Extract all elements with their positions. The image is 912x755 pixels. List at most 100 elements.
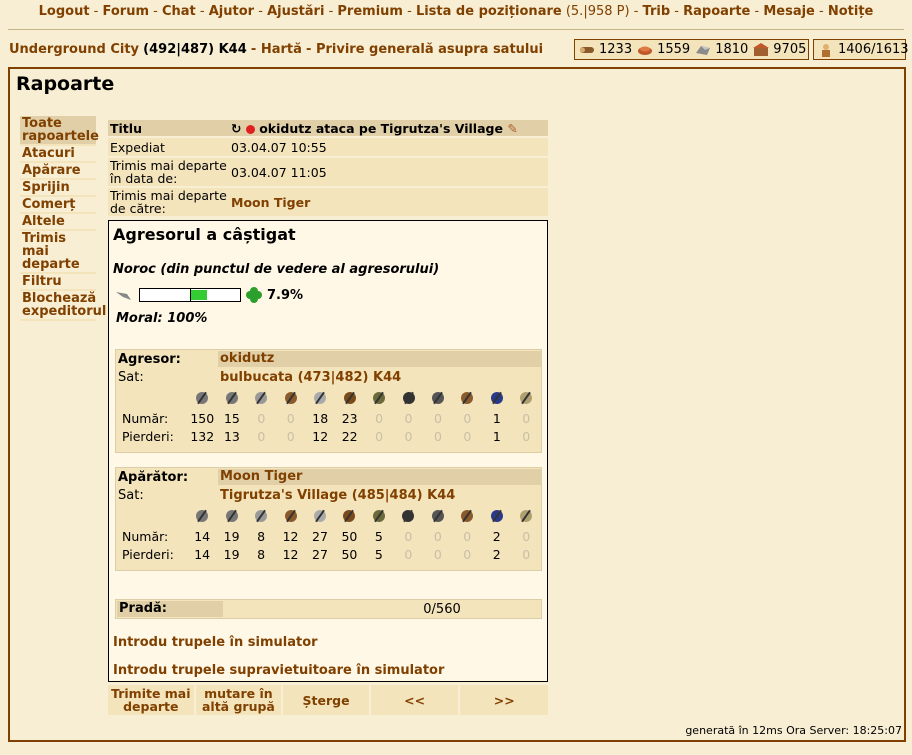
- defender-count-cell: 5: [374, 528, 383, 544]
- attacker-player[interactable]: okidutz: [220, 351, 274, 366]
- forward-by-player[interactable]: Moon Tiger: [231, 195, 310, 210]
- paladin-icon: [482, 390, 511, 409]
- menu-chat[interactable]: Chat: [162, 4, 196, 19]
- sidemenu-attacks[interactable]: Atacuri: [20, 146, 96, 163]
- ranking-info: (5.|958 P): [565, 4, 630, 19]
- forward-button-label[interactable]: Trimite mai departe: [108, 687, 194, 713]
- server-footer: generată în 12ms Ora Server: 18:25:07: [685, 724, 902, 737]
- sidemenu-block-sender[interactable]: Blochează expeditorul: [20, 291, 106, 321]
- menu-reports[interactable]: Rapoarte: [683, 4, 750, 19]
- iron-resource: 1810: [695, 42, 748, 57]
- defender-loss-cell: 2: [492, 546, 501, 562]
- menu-messages[interactable]: Mesaje: [763, 4, 815, 19]
- map-link[interactable]: Hartă: [261, 42, 302, 57]
- previous-report-button[interactable]: <<: [371, 685, 461, 715]
- sidemenu-forwarded-label[interactable]: Trimis mai departe: [22, 231, 80, 272]
- report-title: okidutz ataca pe Tigrutza's Village: [259, 120, 503, 136]
- top-menu: Logout - Forum - Chat - Ajutor - Ajustăr…: [38, 4, 874, 19]
- next-report-label[interactable]: >>: [494, 694, 515, 707]
- sidemenu-block-label[interactable]: Blochează expeditorul: [22, 291, 106, 319]
- attacker-count-cell: 1: [492, 410, 501, 426]
- population-resource: 1406/1613: [818, 42, 909, 57]
- luck-label: Noroc (din punctul de vedere al agresoru…: [113, 262, 440, 277]
- menu-settings[interactable]: Ajustări: [267, 4, 324, 19]
- attacker-loss-cell: 0: [375, 428, 384, 444]
- menu-help[interactable]: Ajutor: [209, 4, 254, 19]
- sidemenu-filter-label[interactable]: Filtru: [22, 274, 62, 289]
- defender-loss-cell: 27: [312, 546, 328, 562]
- delete-button-label[interactable]: Șterge: [303, 694, 350, 707]
- move-group-button-label[interactable]: mutare în altă grupă: [196, 687, 282, 713]
- defender-player[interactable]: Moon Tiger: [220, 469, 302, 484]
- ram-icon: [423, 508, 452, 527]
- spear-icon: [187, 508, 216, 527]
- sidemenu-defense-label[interactable]: Apărare: [22, 163, 81, 178]
- attacker-count-cell: 23: [341, 410, 358, 426]
- attacker-count-cell: 0: [375, 410, 384, 426]
- archer-icon: [276, 390, 305, 409]
- attacker-loss-cell: 12: [312, 428, 329, 444]
- menu-premium[interactable]: Premium: [337, 4, 403, 19]
- previous-report-label[interactable]: <<: [404, 694, 425, 707]
- next-report-button[interactable]: >>: [460, 685, 548, 715]
- attacker-section: Agresor: okidutz Sat: bulbucata (473|482…: [115, 349, 542, 453]
- defender-count-cell: 14: [194, 528, 211, 544]
- sidemenu-support[interactable]: Sprijin: [20, 180, 96, 197]
- sidemenu-attacks-label[interactable]: Atacuri: [22, 146, 75, 161]
- sidemenu-defense[interactable]: Apărare: [20, 163, 96, 180]
- overview-link[interactable]: Privire generală asupra satului: [316, 42, 543, 57]
- forward-date-label: Trimis mai departe în data de:: [108, 158, 229, 186]
- title-label: Titlu: [108, 120, 229, 136]
- sent-label: Expediat: [108, 138, 229, 156]
- move-group-button[interactable]: mutare în altă grupă: [196, 685, 284, 715]
- sidemenu-filter[interactable]: Filtru: [20, 274, 96, 291]
- attacker-count-cell: 0: [522, 410, 531, 426]
- menu-ranking[interactable]: Lista de poziționare: [416, 4, 562, 19]
- sidemenu-support-label[interactable]: Sprijin: [22, 180, 70, 195]
- clay-resource: 1559: [637, 42, 690, 57]
- forward-button[interactable]: Trimite mai departe: [108, 685, 196, 715]
- light-cavalry-icon: [335, 508, 364, 527]
- mounted-archer-icon: [364, 390, 393, 409]
- forward-by-cell: Moon Tiger: [229, 188, 548, 216]
- axe-icon: [247, 390, 276, 409]
- archer-icon: [276, 508, 305, 527]
- defender-count-cell: 2: [492, 528, 501, 544]
- sidemenu-all[interactable]: Toate rapoartele: [20, 116, 99, 146]
- delete-button[interactable]: Șterge: [283, 685, 371, 715]
- sidemenu-forwarded[interactable]: Trimis mai departe: [20, 231, 96, 274]
- sidemenu-trade[interactable]: Comerț: [20, 197, 96, 214]
- forward-by-label: Trimis mai departe de către:: [108, 188, 229, 216]
- sidemenu-all-label[interactable]: Toate rapoartele: [22, 116, 99, 144]
- loot-value: 0/560: [423, 601, 461, 617]
- simulator-link[interactable]: Introdu trupele în simulator: [113, 635, 318, 650]
- defender-village[interactable]: Tigrutza's Village (485|484) K44: [220, 488, 455, 503]
- farm-icon: [822, 43, 830, 57]
- attacker-loss-cell: 0: [257, 428, 266, 444]
- defender-units: Număr: 14 19 8 12 27 50 5 0 0 0 2 0 Pierderi: 14 19 8 12…: [116, 508, 541, 563]
- menu-logout[interactable]: Logout: [39, 4, 90, 19]
- attacker-count-row: Număr: 150 15 0 0 18 23 0 0 0 0 1 0: [116, 409, 541, 427]
- luck-bar: [139, 288, 241, 302]
- defender-loss-cell: 0: [463, 546, 472, 562]
- defender-village-label: Sat:: [118, 487, 144, 503]
- village-name-link[interactable]: Underground City: [9, 42, 139, 57]
- sidemenu-other-label[interactable]: Altele: [22, 214, 65, 229]
- sidemenu-trade-label[interactable]: Comerț: [22, 197, 75, 212]
- mounted-archer-icon: [364, 508, 393, 527]
- menu-notes[interactable]: Notițe: [828, 4, 874, 19]
- attacker-village[interactable]: bulbucata (473|482) K44: [220, 370, 401, 385]
- defender-count-cell: 19: [223, 528, 240, 544]
- menu-forum[interactable]: Forum: [103, 4, 150, 19]
- sidemenu-other[interactable]: Altele: [20, 214, 96, 231]
- attacker-count-cell: 0: [433, 410, 442, 426]
- simulator-survivors-link[interactable]: Introdu trupele supravietuitoare în simu…: [113, 663, 444, 678]
- menu-tribe[interactable]: Trib: [643, 4, 671, 19]
- defender-loss-label: Pierderi:: [122, 546, 174, 562]
- rename-pencil-icon[interactable]: ✎: [507, 121, 517, 136]
- attacker-loss-row: Pierderi: 132 13 0 0 12 22 0 0 0 0 1 0: [116, 427, 541, 445]
- attacker-count-cell: 0: [257, 410, 266, 426]
- battle-report-box: Agresorul a câștigat Noroc (din punctul …: [108, 220, 548, 682]
- defender-count-cell: 50: [341, 528, 358, 544]
- loot-label: Pradă:: [117, 601, 223, 617]
